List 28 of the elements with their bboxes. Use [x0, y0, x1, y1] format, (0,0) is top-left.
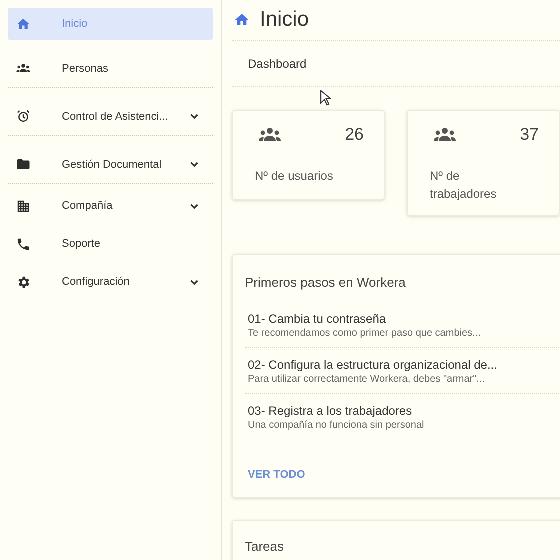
alarm-clock-icon — [16, 109, 31, 124]
card-title: Tareas — [245, 539, 286, 554]
mouse-cursor-icon — [320, 90, 331, 106]
folder-icon — [16, 157, 31, 172]
sidebar-item[interactable]: Compañía — [8, 190, 213, 222]
stat-value: 37 — [520, 125, 539, 145]
sidebar-item[interactable]: Soporte — [8, 228, 213, 260]
building-icon — [16, 198, 31, 214]
stat-label: Nº de usuarios — [255, 168, 334, 185]
step-description: Para utilizar correctamente Workera, debes "armar"... — [248, 374, 486, 385]
step-title[interactable]: 02- Configura la estructura organizacional de... — [248, 358, 560, 372]
stat-label: Nº de trabajadores — [430, 168, 498, 203]
stat-value: 26 — [345, 125, 364, 145]
step-title[interactable]: 01- Cambia tu contraseña — [248, 312, 560, 326]
card-title: Primeros pasos en Workera — [245, 275, 407, 290]
page-title: Inicio — [260, 8, 310, 32]
step-description: Una compañía no funciona sin personal — [248, 420, 426, 431]
phone-icon — [16, 236, 31, 252]
sidebar-item[interactable]: Control de Asistenci... — [8, 94, 213, 136]
step-title[interactable]: 03- Registra a los trabajadores — [248, 404, 560, 418]
home-icon — [16, 16, 31, 32]
sidebar-item[interactable]: Configuración — [8, 266, 213, 298]
breadcrumb: Dashboard — [248, 56, 307, 70]
sidebar-item[interactable]: Personas — [8, 46, 213, 88]
home-icon — [234, 12, 250, 28]
settings-icon — [16, 274, 31, 290]
sidebar-item[interactable]: Gestión Documental — [8, 142, 213, 184]
step-description: Te recomendamos como primer paso que cambies... — [248, 328, 482, 339]
